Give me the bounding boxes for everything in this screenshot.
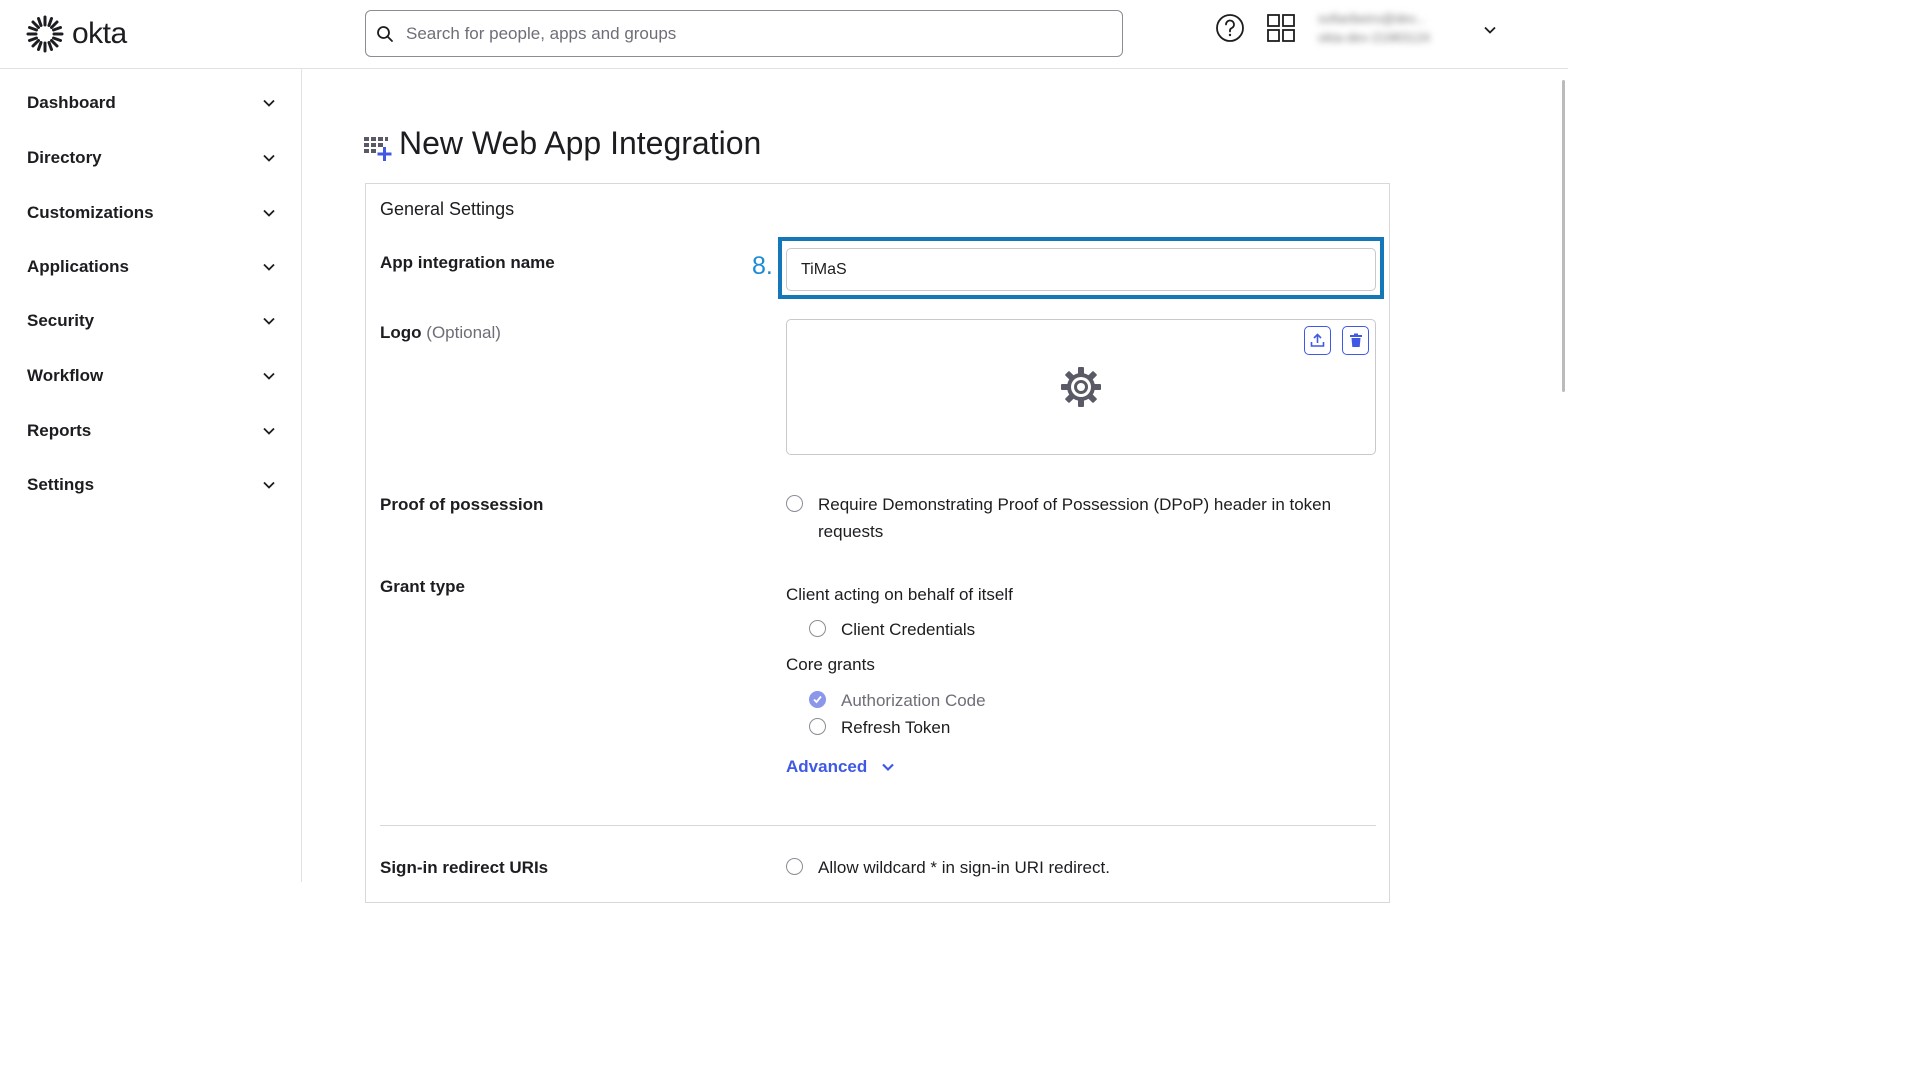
chevron-down-icon: [263, 427, 275, 435]
search-icon: [377, 25, 393, 42]
user-org: okta-dev-21983124: [1318, 30, 1431, 45]
refresh-token-checkbox[interactable]: [809, 718, 826, 735]
proof-of-possession-label: Proof of possession: [380, 495, 544, 514]
client-credentials-checkbox[interactable]: [809, 620, 826, 637]
sidebar-item-label: Settings: [27, 475, 95, 494]
chevron-down-icon: [263, 372, 275, 380]
upload-icon: [1310, 333, 1325, 347]
user-menu-toggle[interactable]: [1482, 22, 1498, 43]
client-credentials-label: Client Credentials: [841, 620, 976, 639]
chevron-down-icon: [263, 317, 275, 325]
user-menu[interactable]: sofiaribeiro@dev... okta-dev-21983124: [1318, 11, 1468, 45]
sidebar-item-label: Workflow: [27, 366, 104, 385]
sidebar-item-directory[interactable]: Directory: [27, 143, 277, 173]
chevron-down-icon: [1484, 26, 1496, 34]
page-title: New Web App Integration: [399, 125, 762, 161]
authorization-code-label: Authorization Code: [841, 691, 986, 710]
sidebar-item-label: Applications: [27, 257, 130, 276]
step-marker: 8.: [752, 252, 773, 280]
chevron-down-icon: [263, 263, 275, 271]
brand-name: okta: [72, 17, 127, 50]
refresh-token-label: Refresh Token: [841, 718, 951, 737]
authorization-code-checkbox[interactable]: [809, 691, 826, 708]
help-icon: [1216, 14, 1244, 42]
add-app-icon: [364, 135, 392, 168]
advanced-toggle[interactable]: Advanced: [786, 757, 897, 777]
logo-label-text: Logo: [380, 323, 422, 342]
app-name-label: App integration name: [380, 253, 555, 272]
chevron-down-icon: [263, 209, 275, 217]
sidebar-item-security[interactable]: Security: [27, 306, 277, 336]
chevron-down-icon: [263, 99, 275, 107]
section-title: General Settings: [380, 199, 515, 219]
sidebar-item-label: Reports: [27, 421, 92, 440]
trash-icon: [1349, 333, 1362, 347]
global-search[interactable]: [365, 10, 1123, 57]
grant-type-label: Grant type: [380, 577, 466, 596]
signin-redirect-label: Sign-in redirect URIs: [380, 858, 549, 877]
top-header: okta sofiaribeiro@dev... okta-dev-219831…: [0, 0, 1568, 69]
help-button[interactable]: [1215, 13, 1245, 48]
advanced-label: Advanced: [786, 757, 868, 776]
user-email: sofiaribeiro@dev...: [1318, 11, 1426, 26]
app-name-input[interactable]: [786, 248, 1376, 291]
chevron-down-icon: [263, 154, 275, 162]
wildcard-option-text: Allow wildcard * in sign-in URI redirect…: [818, 858, 1110, 877]
sidebar-item-label: Customizations: [27, 203, 154, 222]
okta-sunburst-icon: [26, 15, 64, 53]
grid-apps-icon: [1267, 14, 1295, 42]
wildcard-checkbox[interactable]: [786, 858, 803, 875]
gear-icon: [1060, 366, 1102, 413]
delete-logo-button[interactable]: [1342, 326, 1369, 355]
sidebar-item-label: Directory: [27, 148, 102, 167]
app-switcher-button[interactable]: [1266, 13, 1296, 48]
sidebar-item-reports[interactable]: Reports: [27, 416, 277, 446]
checkmark-icon: [813, 695, 822, 704]
sidebar-nav: Dashboard Directory Customizations Appli…: [0, 69, 302, 882]
okta-logo[interactable]: okta: [26, 15, 127, 53]
sidebar-item-workflow[interactable]: Workflow: [27, 361, 277, 391]
core-grants-heading: Core grants: [786, 655, 875, 674]
dpop-checkbox[interactable]: [786, 495, 803, 512]
logo-label: Logo (Optional): [380, 323, 501, 343]
chevron-down-icon: [882, 763, 895, 772]
sidebar-item-dashboard[interactable]: Dashboard: [27, 88, 277, 118]
upload-logo-button[interactable]: [1304, 326, 1331, 355]
dpop-option-text-cont: requests: [818, 522, 884, 541]
section-divider: [380, 825, 1376, 826]
page-scrollbar[interactable]: [1562, 80, 1565, 392]
optional-text: (Optional): [426, 323, 501, 342]
dpop-option-text: Require Demonstrating Proof of Possessio…: [818, 495, 1332, 514]
sidebar-item-label: Security: [27, 311, 95, 330]
sidebar-item-label: Dashboard: [27, 93, 116, 112]
sidebar-item-settings[interactable]: Settings: [27, 470, 277, 500]
chevron-down-icon: [263, 481, 275, 489]
client-acting-heading: Client acting on behalf of itself: [786, 585, 1013, 604]
sidebar-item-customizations[interactable]: Customizations: [27, 198, 277, 228]
sidebar-item-applications[interactable]: Applications: [27, 252, 277, 282]
search-input[interactable]: [404, 22, 1088, 45]
